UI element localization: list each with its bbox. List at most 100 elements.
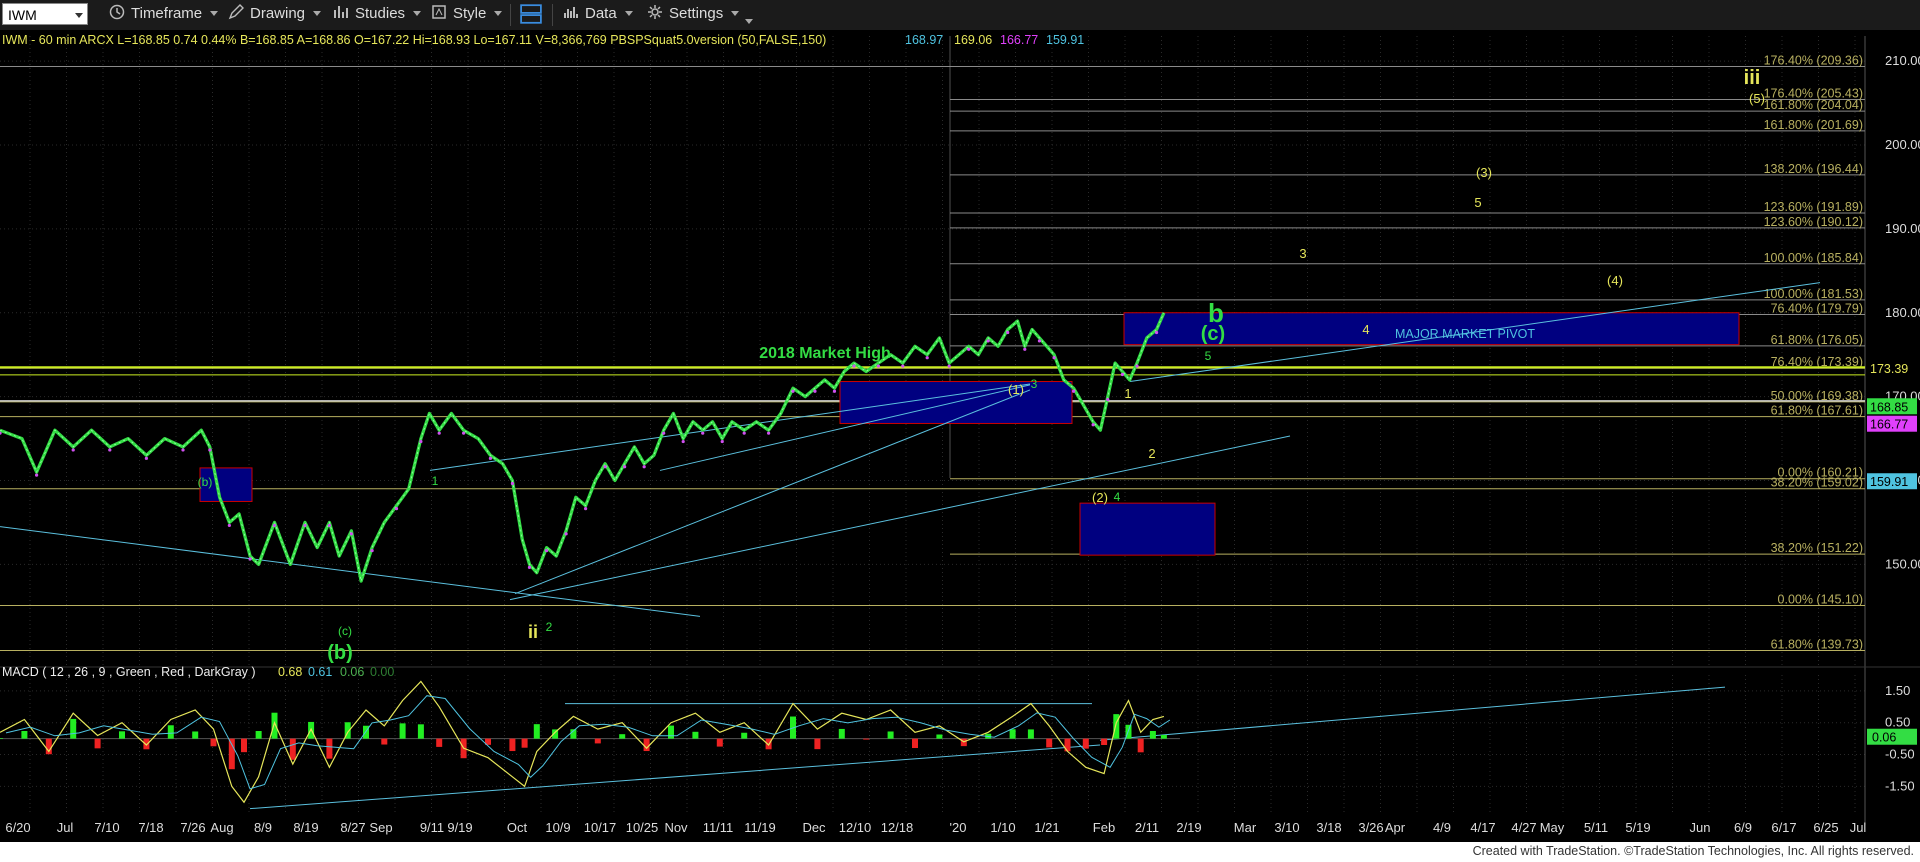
macd-histogram-bar (643, 738, 650, 752)
price-tick-marker (349, 532, 353, 536)
macd-tag-label: 0.06 (1872, 731, 1896, 745)
x-tick-label: 7/18 (138, 820, 163, 835)
price-tick-marker (272, 523, 277, 528)
fib-level-label: 61.80% (167.61) (1771, 404, 1863, 418)
macd-histogram-bar (619, 734, 626, 739)
macd-histogram-bar (936, 734, 943, 739)
wave-label: 4 (1362, 322, 1369, 337)
x-tick-label: Dec (802, 820, 826, 835)
price-tick-marker (437, 431, 441, 435)
x-tick-label: 12/18 (881, 820, 914, 835)
fib-level-label: 76.40% (179.79) (1771, 302, 1863, 316)
x-tick-label: 9/19 (447, 820, 472, 835)
fib-level-label: 0.00% (145.10) (1778, 592, 1863, 606)
price-tag-label: 168.85 (1870, 400, 1908, 414)
x-tick-label: 5/11 (1584, 820, 1608, 835)
x-tick-label: 4/9 (1433, 820, 1451, 835)
x-tick-label: 6/9 (1734, 820, 1752, 835)
fib-level-label: 61.80% (176.05) (1771, 333, 1863, 347)
x-tick-label: 1/21 (1034, 820, 1059, 835)
wave-label: 3 (1299, 246, 1306, 261)
fib-level-label: 123.60% (190.12) (1764, 215, 1863, 229)
price-tick-marker (510, 481, 514, 486)
price-tick-label: 210.00 (1885, 53, 1920, 68)
price-tick-label: 190.00 (1885, 221, 1920, 236)
symbol-info-label: IWM - 60 min ARCX L=168.85 0.74 0.44% B=… (2, 33, 826, 47)
wave-label: 3 (1031, 377, 1038, 391)
x-tick-label: 2/11 (1135, 820, 1159, 835)
macd-histogram-bar (143, 738, 150, 750)
macd-value: 0.00 (370, 665, 394, 679)
fib-level-label: 161.80% (204.04) (1764, 98, 1863, 112)
wave-label: (2) (1092, 490, 1108, 505)
x-tick-label: 7/26 (180, 820, 205, 835)
macd-histogram-bar (94, 738, 101, 749)
footer: Created with TradeStation. ©TradeStation… (0, 842, 1920, 862)
price-tick-marker (1135, 364, 1139, 368)
price-tick-marker (603, 465, 607, 469)
chart-canvas[interactable]: 176.40% (209.36)176.40% (205.43)161.80% … (0, 0, 1920, 842)
macd-tick-label: 0.50 (1885, 715, 1910, 730)
price-tick-marker (876, 364, 881, 368)
macd-histogram-bar (912, 738, 918, 749)
price-tick-marker (71, 448, 75, 452)
wave-label: (b) (198, 475, 213, 489)
macd-histogram-bar (1027, 729, 1034, 739)
price-tick-marker (947, 364, 951, 368)
header-value: 169.06 (954, 33, 992, 47)
macd-histogram-bar (668, 725, 674, 739)
macd-histogram-bar (271, 712, 278, 739)
macd-histogram-bar (1101, 738, 1108, 745)
macd-histogram-bar (521, 738, 528, 748)
macd-histogram-bar (326, 738, 333, 759)
macd-value: 0.06 (340, 665, 364, 679)
price-tick-marker (303, 523, 307, 528)
price-tick-marker (901, 364, 905, 368)
macd-value: 0.68 (278, 665, 302, 679)
zone-box (1079, 502, 1216, 556)
x-tick-label: 3/18 (1316, 820, 1341, 835)
price-tick-marker (701, 431, 705, 435)
price-tick-marker (1023, 347, 1027, 351)
x-tick-label: 5/19 (1625, 820, 1650, 835)
price-tick-marker (1052, 356, 1056, 360)
x-tick-label: Sep (369, 820, 392, 835)
macd-histogram-bar (1046, 738, 1053, 748)
x-tick-label: Jun (1690, 820, 1711, 835)
x-tick-label: 6/20 (5, 820, 30, 835)
macd-tick-label: -0.50 (1885, 747, 1915, 762)
macd-histogram-bar (21, 731, 28, 739)
wave-label: 1 (432, 474, 439, 488)
macd-histogram-bar (863, 738, 870, 740)
price-tick-marker (564, 532, 568, 536)
price-tick-marker (642, 465, 646, 469)
macd-histogram-bar (594, 738, 601, 744)
price-tag-label: 166.77 (1870, 418, 1908, 432)
macd-histogram-bar (814, 738, 821, 750)
price-tick-marker (462, 431, 466, 435)
macd-histogram-bar (692, 731, 699, 739)
price-tick-marker (35, 473, 39, 477)
macd-histogram-bar (887, 731, 894, 739)
price-tick-marker (832, 389, 837, 393)
x-tick-label: 1/10 (990, 820, 1015, 835)
wave-label: (c) (1201, 323, 1225, 345)
fib-level-label: 100.00% (181.53) (1764, 287, 1863, 301)
x-tick-label: 3/26 (1358, 820, 1383, 835)
x-tick-label: 8/19 (293, 820, 318, 835)
price-tick-marker (488, 456, 493, 460)
macd-histogram-bar (1137, 738, 1144, 753)
price-tag-label: 173.39 (1870, 362, 1908, 376)
macd-histogram-bar (741, 732, 748, 739)
price-tick-marker (1154, 330, 1159, 335)
macd-histogram-bar (533, 724, 540, 739)
x-tick-label: 8/27 (340, 820, 365, 835)
price-tick-marker (248, 557, 252, 561)
price-tick-marker (584, 507, 588, 511)
wave-label: 2018 Market High (759, 345, 891, 362)
price-tick-marker (208, 448, 212, 452)
x-tick-label: '20 (950, 820, 967, 835)
macd-histogram-bar (381, 738, 388, 745)
price-tick-marker (813, 389, 817, 393)
x-tick-label: 10/17 (584, 820, 617, 835)
